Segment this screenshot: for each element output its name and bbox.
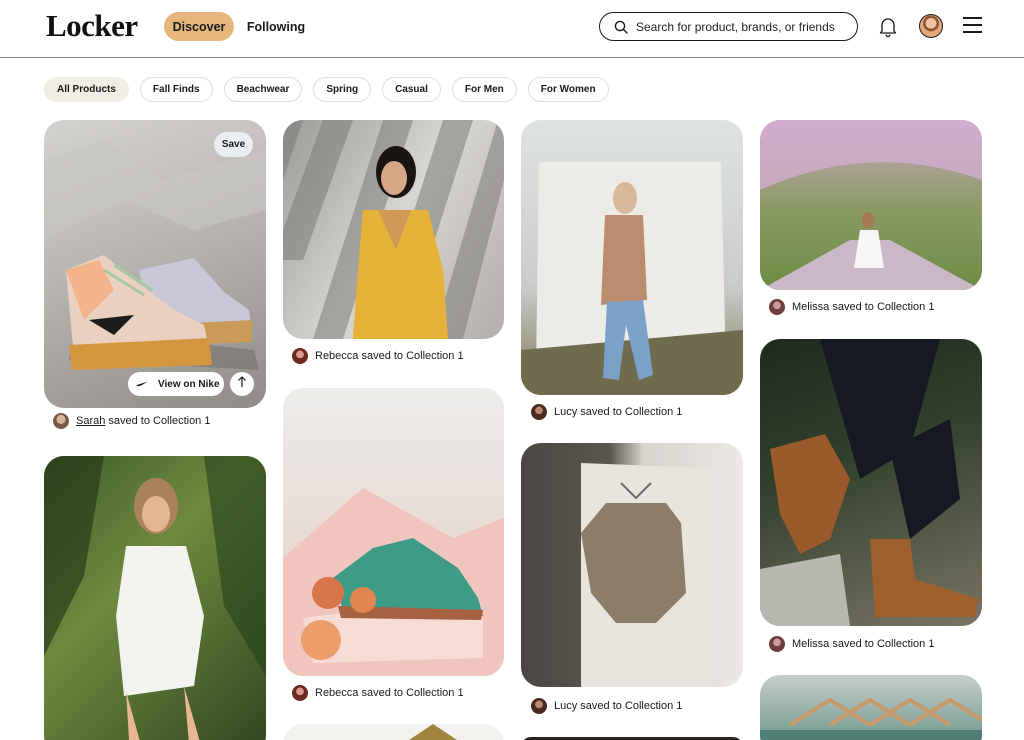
filter-chip-for-women[interactable]: For Women bbox=[527, 77, 609, 102]
bell-icon[interactable] bbox=[876, 14, 900, 38]
pin-sneakers[interactable]: Save View on Nike bbox=[44, 120, 266, 408]
sweater-image bbox=[581, 463, 711, 687]
share-icon bbox=[237, 375, 247, 393]
pin-hat[interactable] bbox=[283, 724, 504, 740]
search-bar[interactable] bbox=[599, 12, 858, 41]
boots-image bbox=[760, 339, 978, 626]
tab-discover[interactable]: Discover bbox=[164, 12, 234, 41]
pin-green-shoes[interactable] bbox=[283, 388, 504, 676]
menu-icon[interactable] bbox=[963, 17, 982, 34]
avatar[interactable] bbox=[53, 413, 69, 429]
pin-white-romper[interactable] bbox=[44, 456, 266, 740]
hat-image bbox=[409, 724, 457, 740]
search-input[interactable] bbox=[636, 19, 846, 34]
sneakers-image bbox=[44, 140, 266, 370]
filter-chip-casual[interactable]: Casual bbox=[382, 77, 441, 102]
nike-swoosh-icon bbox=[136, 379, 148, 390]
green-shoes-image bbox=[283, 488, 504, 676]
filter-chip-beachwear[interactable]: Beachwear bbox=[223, 77, 303, 102]
caption-text: Rebecca saved to Collection 1 bbox=[315, 687, 464, 699]
avatar[interactable] bbox=[531, 404, 547, 420]
caption-text: Melissa saved to Collection 1 bbox=[792, 638, 935, 650]
pin-caption: Melissa saved to Collection 1 bbox=[769, 299, 934, 315]
pin-caption: Rebecca saved to Collection 1 bbox=[292, 685, 464, 701]
yellow-dress-image bbox=[283, 120, 504, 339]
pin-white-dress[interactable] bbox=[760, 120, 982, 290]
filter-chip-for-men[interactable]: For Men bbox=[451, 77, 517, 102]
pin-trench-coat[interactable] bbox=[521, 120, 743, 395]
filter-chip-fall-finds[interactable]: Fall Finds bbox=[139, 77, 213, 102]
filter-chip-all-products[interactable]: All Products bbox=[44, 77, 129, 102]
avatar[interactable] bbox=[531, 698, 547, 714]
avatar[interactable] bbox=[292, 348, 308, 364]
app-logo[interactable]: Locker bbox=[46, 8, 138, 44]
caption-text: Lucy saved to Collection 1 bbox=[554, 406, 683, 418]
caption-text: Lucy saved to Collection 1 bbox=[554, 700, 683, 712]
caption-text: Rebecca saved to Collection 1 bbox=[315, 350, 464, 362]
pin-caption: Rebecca saved to Collection 1 bbox=[292, 348, 464, 364]
search-icon bbox=[606, 20, 636, 34]
white-romper-image bbox=[44, 456, 266, 740]
trench-coat-image bbox=[521, 162, 743, 395]
user-link[interactable]: Sarah bbox=[76, 415, 105, 427]
pin-hangers[interactable] bbox=[760, 675, 982, 740]
caption-text: saved to Collection 1 bbox=[108, 415, 211, 427]
view-on-brand-label: View on Nike bbox=[158, 378, 220, 390]
tab-following[interactable]: Following bbox=[244, 12, 308, 41]
pin-caption: Lucy saved to Collection 1 bbox=[531, 698, 682, 714]
pin-sweater[interactable] bbox=[521, 443, 743, 687]
pin-caption: Lucy saved to Collection 1 bbox=[531, 404, 682, 420]
top-header: Locker Discover Following bbox=[0, 0, 1024, 58]
caption-text: Melissa saved to Collection 1 bbox=[792, 301, 935, 313]
pin-boots[interactable] bbox=[760, 339, 982, 626]
avatar[interactable] bbox=[292, 685, 308, 701]
avatar[interactable] bbox=[769, 299, 785, 315]
filter-chips: All Products Fall Finds Beachwear Spring… bbox=[44, 77, 620, 102]
avatar[interactable] bbox=[769, 636, 785, 652]
hangers-image bbox=[760, 697, 982, 740]
filter-chip-spring[interactable]: Spring bbox=[313, 77, 372, 102]
white-dress-image bbox=[760, 120, 982, 290]
save-button[interactable]: Save bbox=[214, 132, 253, 157]
view-on-brand-button[interactable]: View on Nike bbox=[128, 372, 224, 396]
share-button[interactable] bbox=[230, 372, 254, 396]
pin-yellow-dress[interactable] bbox=[283, 120, 504, 339]
pin-caption: Sarah saved to Collection 1 bbox=[53, 413, 210, 429]
user-avatar[interactable] bbox=[919, 14, 943, 38]
pin-caption: Melissa saved to Collection 1 bbox=[769, 636, 934, 652]
